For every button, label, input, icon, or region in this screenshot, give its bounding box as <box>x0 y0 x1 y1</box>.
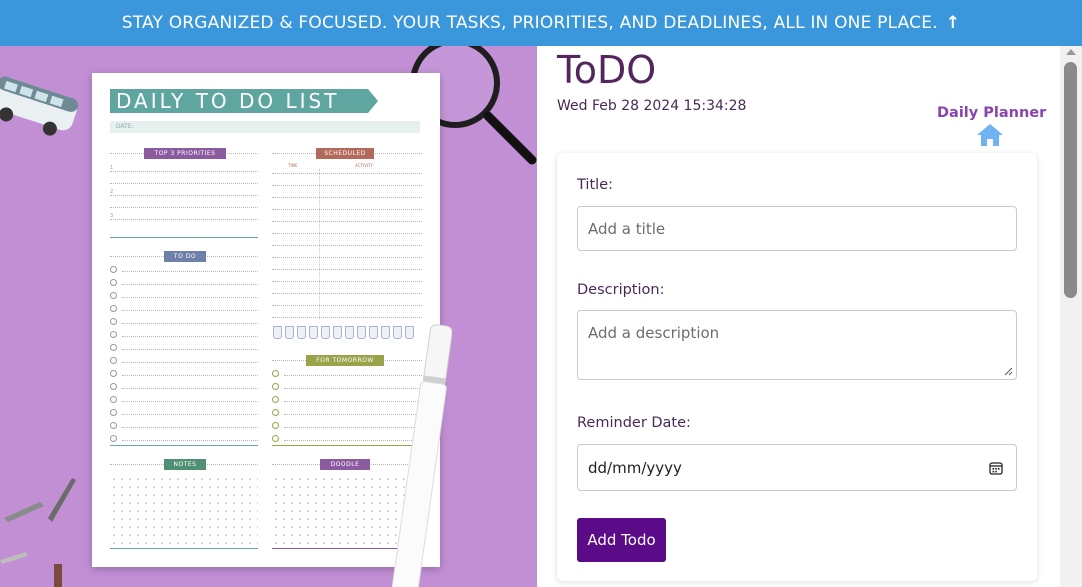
arrow-up-icon: ↑ <box>945 13 961 33</box>
sheet-date-label: DATE: <box>110 121 420 133</box>
daily-todo-sheet: DAILY TO DO LIST DATE: TOP 3 PRIORITIES … <box>92 73 440 567</box>
page-scrollbar[interactable] <box>1060 46 1082 587</box>
description-textarea[interactable]: Add a description <box>577 310 1017 380</box>
title-label: Title: <box>577 177 613 193</box>
sheet-col-activity: ACTIVITY <box>355 163 373 168</box>
sheet-col-time: TIME <box>288 163 298 168</box>
scrollbar-thumb[interactable] <box>1064 62 1077 298</box>
title-placeholder: Add a title <box>588 219 666 238</box>
reminder-date-value: dd/mm/yyyy <box>588 458 682 477</box>
description-placeholder: Add a description <box>588 324 720 342</box>
home-icon[interactable] <box>976 123 1004 147</box>
description-label: Description: <box>577 282 665 298</box>
sheet-title: DAILY TO DO LIST <box>110 89 378 113</box>
todo-panel: ToDO Wed Feb 28 2024 15:34:28 Daily Plan… <box>537 46 1060 587</box>
banner-text: STAY ORGANIZED & FOCUSED. YOUR TASKS, PR… <box>121 13 938 33</box>
sheet-tag-scheduled: SCHEDULED <box>316 148 374 159</box>
page-title: ToDO <box>557 48 657 92</box>
resize-handle-icon[interactable] <box>1004 367 1013 376</box>
sheet-tag-notes: NOTES <box>164 459 206 470</box>
calendar-icon[interactable] <box>989 461 1003 475</box>
scroll-up-arrow-icon[interactable] <box>1066 49 1076 55</box>
sheet-tag-priorities: TOP 3 PRIORITIES <box>144 148 226 159</box>
add-todo-button[interactable]: Add Todo <box>577 518 666 562</box>
reminder-date-label: Reminder Date: <box>577 415 691 431</box>
fountain-pens-image <box>0 478 76 587</box>
white-marker-image <box>392 324 452 587</box>
sheet-tag-doodle: DOODLE <box>320 459 370 470</box>
reminder-date-input[interactable]: dd/mm/yyyy <box>577 444 1017 491</box>
toy-van-image <box>0 76 79 136</box>
top-banner: STAY ORGANIZED & FOCUSED. YOUR TASKS, PR… <box>0 0 1082 46</box>
current-datetime: Wed Feb 28 2024 15:34:28 <box>557 98 747 114</box>
hero-illustration: DAILY TO DO LIST DATE: TOP 3 PRIORITIES … <box>0 46 537 587</box>
title-input[interactable]: Add a title <box>577 206 1017 251</box>
sheet-tag-todo: TO DO <box>164 251 206 262</box>
sheet-tag-for-tomorrow: FOR TOMORROW <box>306 355 384 366</box>
todo-form-card: Title: Add a title Description: Add a de… <box>557 153 1037 581</box>
daily-planner-link[interactable]: Daily Planner <box>937 105 1046 121</box>
